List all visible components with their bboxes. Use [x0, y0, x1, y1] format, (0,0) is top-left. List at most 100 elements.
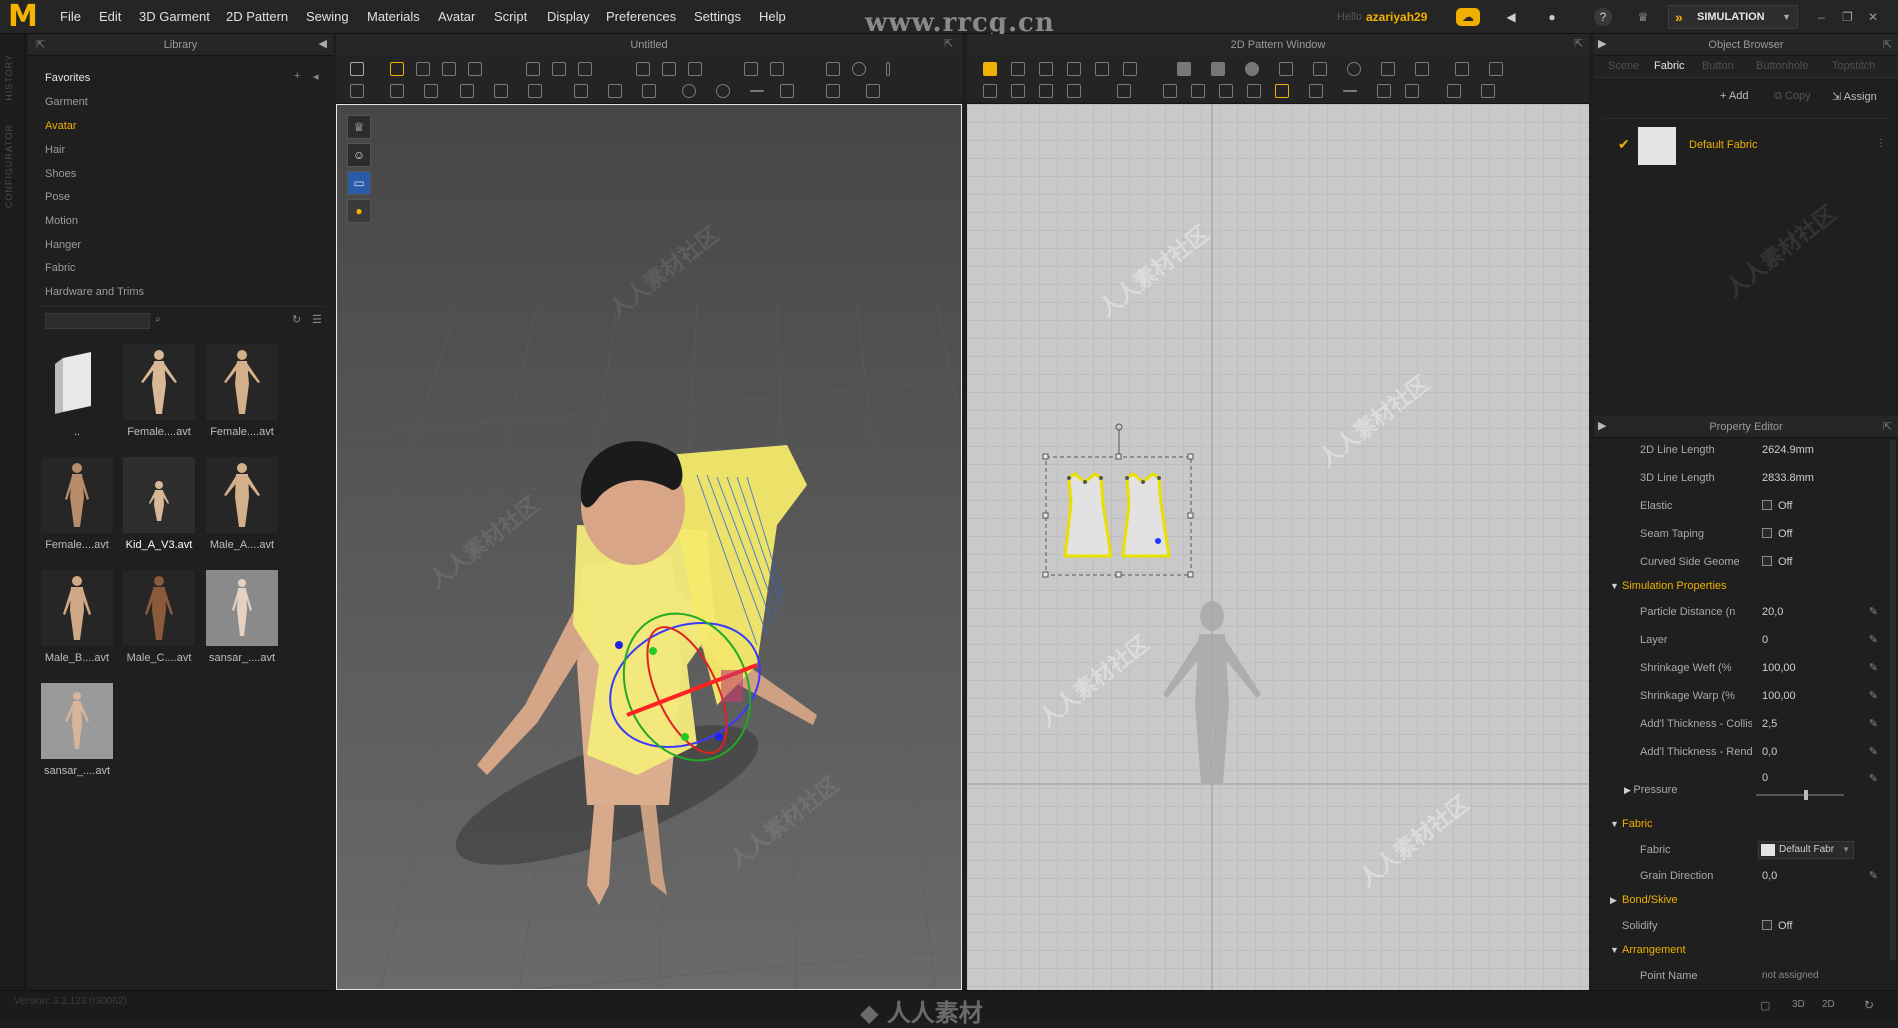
pin-tool-icon[interactable]	[1163, 84, 1177, 98]
library-favorites[interactable]: Favorites	[45, 72, 90, 84]
topstitch-tool-icon[interactable]	[1343, 90, 1357, 92]
checkbox[interactable]	[1762, 920, 1772, 930]
layout-2d-icon[interactable]: 2D	[1822, 999, 1835, 1010]
menu-display[interactable]: Display	[547, 9, 590, 24]
zipper-tool-icon[interactable]	[780, 84, 794, 98]
texture-tool-icon[interactable]	[1447, 84, 1461, 98]
collapse-left-icon[interactable]: ◀	[319, 37, 327, 50]
pressure-slider-handle[interactable]	[1804, 790, 1808, 800]
avatar-measure-icon[interactable]	[826, 84, 840, 98]
point-name-select[interactable]: not assigned	[1762, 970, 1819, 981]
menu-preferences[interactable]: Preferences	[606, 9, 676, 24]
measure-tool-icon[interactable]	[424, 84, 438, 98]
tab-scene[interactable]: Scene	[1608, 60, 1639, 72]
pencil-icon[interactable]: ✎	[1869, 661, 1878, 674]
avatar-tool-icon[interactable]	[350, 84, 364, 98]
rect-tool-icon[interactable]	[1211, 62, 1225, 76]
popout-icon[interactable]: ⇱	[944, 37, 953, 50]
popout-icon[interactable]: ⇱	[36, 38, 45, 51]
library-category-garment[interactable]: Garment	[45, 96, 88, 108]
checkbox[interactable]	[1762, 556, 1772, 566]
shirt-tool-icon[interactable]	[744, 62, 758, 76]
avatar-thumb[interactable]	[41, 457, 113, 533]
avatar-thumb-selected[interactable]	[123, 457, 195, 533]
pattern-2d-canvas[interactable]: 人人素材社区 人人素材社区 人人素材社区 人人素材社区	[967, 104, 1589, 990]
collapse-right-icon[interactable]: ▶	[1598, 419, 1606, 432]
topstitch-tool-icon[interactable]	[1377, 84, 1391, 98]
list-view-icon[interactable]: ☰	[312, 313, 322, 326]
internal-rect-icon[interactable]	[1313, 62, 1327, 76]
skin-display-icon[interactable]: ●	[347, 199, 371, 223]
tab-history[interactable]: HISTORY	[4, 54, 14, 101]
circle-tool-icon[interactable]	[1245, 62, 1259, 76]
fabric-select[interactable]: Default Fabr ▼	[1758, 841, 1854, 859]
point-tool-icon[interactable]	[1039, 62, 1053, 76]
lasso-tool-icon[interactable]	[852, 62, 866, 76]
search-icon[interactable]: ⌕	[155, 314, 161, 325]
library-search-input[interactable]	[45, 313, 150, 329]
refresh-icon[interactable]: ↻	[292, 313, 301, 326]
avatar-thumb[interactable]	[206, 457, 278, 533]
curve-tool-icon[interactable]	[1095, 62, 1109, 76]
copy-fabric-button[interactable]: ⧉ Copy	[1774, 90, 1811, 103]
layout-3d-icon[interactable]: 3D	[1792, 999, 1805, 1010]
section-simulation-properties[interactable]: ▼ Simulation Properties	[1610, 580, 1727, 592]
shirt-tool-icon[interactable]	[688, 62, 702, 76]
box-tool-icon[interactable]	[416, 62, 430, 76]
avatar-thumb[interactable]	[41, 683, 113, 759]
pressure-slider-track[interactable]	[1756, 794, 1844, 796]
solidify-toggle[interactable]: Off	[1762, 920, 1792, 932]
restore-icon[interactable]: ❐	[1842, 10, 1853, 24]
menu-file[interactable]: File	[60, 9, 81, 24]
cut-tool-icon[interactable]	[826, 62, 840, 76]
avatar-thumb[interactable]	[206, 344, 278, 420]
sew-tool-icon[interactable]	[1067, 84, 1081, 98]
avatar-thumb[interactable]	[41, 570, 113, 646]
edit-point-icon[interactable]	[1275, 84, 1289, 98]
scale-tool-icon[interactable]	[528, 84, 542, 98]
zipper-tool-icon[interactable]	[750, 90, 764, 92]
speaker-icon[interactable]: ◀	[1502, 8, 1520, 26]
library-category-avatar[interactable]: Avatar	[45, 120, 77, 132]
sew-tool-icon[interactable]	[983, 84, 997, 98]
refresh-icon[interactable]: ↻	[1864, 998, 1874, 1012]
button-tool-icon[interactable]	[682, 84, 696, 98]
library-category-pose[interactable]: Pose	[45, 191, 70, 203]
pressure-label[interactable]: ▶ Pressure	[1624, 784, 1736, 796]
sew-tool-icon[interactable]	[1011, 84, 1025, 98]
add-fabric-button[interactable]: + Add	[1720, 90, 1748, 102]
measure-tool-icon[interactable]	[494, 84, 508, 98]
button-tool-icon[interactable]	[716, 84, 730, 98]
library-category-hair[interactable]: Hair	[45, 144, 65, 156]
texture-tool-icon[interactable]	[1481, 84, 1495, 98]
collapse-right-icon[interactable]: ▶	[1598, 37, 1606, 50]
folder-up-thumb[interactable]	[41, 344, 113, 420]
rotate-tool-icon[interactable]	[552, 62, 566, 76]
arrange-tool-icon[interactable]	[1247, 84, 1261, 98]
box-tool-icon[interactable]	[442, 62, 456, 76]
section-arrangement[interactable]: ▼ Arrangement	[1610, 944, 1686, 956]
avatar-thumb[interactable]	[123, 570, 195, 646]
pencil-icon[interactable]: ✎	[1869, 633, 1878, 646]
popout-icon[interactable]: ⇱	[1574, 37, 1583, 50]
seam-taping-toggle[interactable]: Off	[1762, 528, 1792, 540]
viewport-3d[interactable]: ♕ ☺ ▭ ● 人人素材社区 人人素材社区 人人素材社区	[336, 104, 962, 990]
menu-help[interactable]: Help	[759, 9, 786, 24]
curved-side-toggle[interactable]: Off	[1762, 556, 1792, 568]
fabric-list-item[interactable]: ✔ Default Fabric ⋮	[1594, 120, 1898, 172]
layout-single-icon[interactable]: ▢	[1760, 999, 1770, 1012]
checkbox[interactable]	[1762, 500, 1772, 510]
help-icon[interactable]: ?	[1594, 8, 1612, 26]
garment-tool-icon[interactable]	[468, 62, 482, 76]
add-icon[interactable]: +	[294, 70, 300, 82]
line-tool-icon[interactable]	[526, 62, 540, 76]
library-category-hardware[interactable]: Hardware and Trims	[45, 286, 144, 298]
menu-edit[interactable]: Edit	[99, 9, 121, 24]
point-tool-icon[interactable]	[1067, 62, 1081, 76]
checkbox[interactable]	[1762, 528, 1772, 538]
dart-tool-icon[interactable]	[1415, 62, 1429, 76]
library-category-motion[interactable]: Motion	[45, 215, 78, 227]
hanger-tool-icon[interactable]	[574, 84, 588, 98]
pin-tool-icon[interactable]	[1219, 84, 1233, 98]
move-tool-icon[interactable]	[390, 62, 404, 76]
